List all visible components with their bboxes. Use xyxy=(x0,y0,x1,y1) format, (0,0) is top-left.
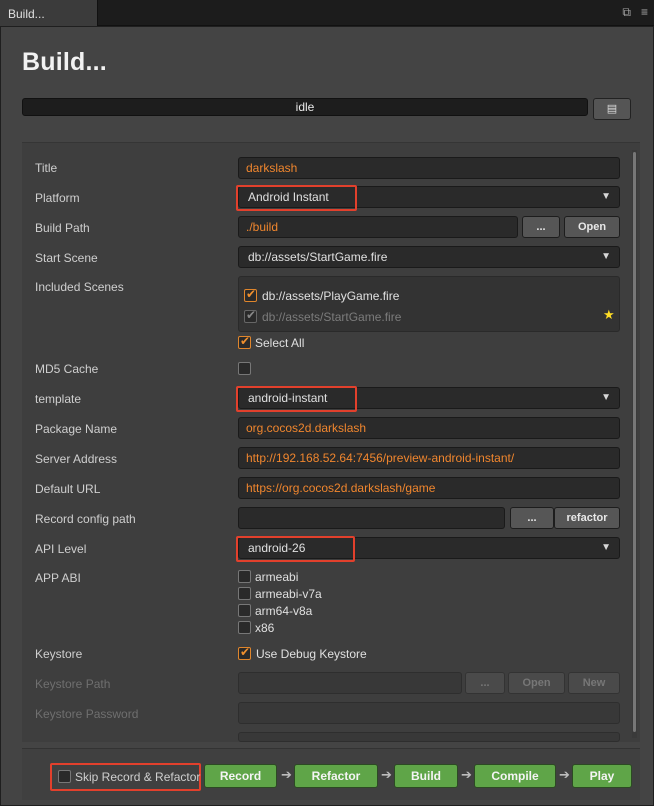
record-config-input[interactable] xyxy=(238,507,505,529)
keystore-label: Keystore xyxy=(35,647,83,661)
highlight-box xyxy=(236,536,355,562)
build-path-input[interactable]: ./build xyxy=(238,216,518,238)
keystore-browse-button[interactable]: ... xyxy=(465,672,505,694)
chevron-down-icon: ▼ xyxy=(601,542,611,553)
tab-bar xyxy=(0,0,654,26)
arrow-right-icon: ➔ xyxy=(381,767,392,782)
keystore-open-button[interactable]: Open xyxy=(508,672,565,694)
open-log-button[interactable]: ▤ xyxy=(593,98,631,120)
chevron-down-icon: ▼ xyxy=(601,251,611,262)
keystore-path-label: Keystore Path xyxy=(35,677,111,691)
select-all-checkbox[interactable] xyxy=(238,334,251,349)
file-icon: ▤ xyxy=(606,103,618,115)
chevron-down-icon: ▼ xyxy=(601,191,611,202)
use-debug-keystore-checkbox[interactable] xyxy=(238,645,251,660)
template-label: template xyxy=(35,392,82,406)
refactor-button[interactable]: Refactor xyxy=(294,764,378,788)
scene-item: db://assets/PlayGame.fire xyxy=(262,289,400,303)
tab-build[interactable]: Build... xyxy=(0,0,98,26)
star-icon: ★ xyxy=(603,307,615,322)
md5-label: MD5 Cache xyxy=(35,362,99,376)
scrollbar-thumb[interactable] xyxy=(633,152,636,732)
package-name-label: Package Name xyxy=(35,422,118,436)
skip-record-checkbox[interactable] xyxy=(58,770,71,783)
record-config-label: Record config path xyxy=(35,512,136,526)
chevron-down-icon: ▼ xyxy=(601,392,611,403)
arrow-right-icon: ➔ xyxy=(559,767,570,782)
keystore-password-label: Keystore Password xyxy=(35,707,139,721)
title-input[interactable]: darkslash xyxy=(238,157,620,179)
default-url-label: Default URL xyxy=(35,482,101,496)
tab-title: Build... xyxy=(8,7,45,21)
abi-checkbox-armeabi[interactable] xyxy=(238,570,251,583)
menu-icon[interactable]: ≡ xyxy=(641,5,648,20)
package-name-input[interactable]: org.cocos2d.darkslash xyxy=(238,417,620,439)
arrow-right-icon: ➔ xyxy=(461,767,472,782)
abi-option: x86 xyxy=(255,621,275,635)
api-level-label: API Level xyxy=(35,542,87,556)
keystore-new-button[interactable]: New xyxy=(568,672,620,694)
record-config-browse-button[interactable]: ... xyxy=(510,507,554,529)
keystore-path-input[interactable] xyxy=(238,672,462,694)
start-scene-select[interactable]: db://assets/StartGame.fire ▼ xyxy=(238,246,620,268)
scene-item: db://assets/StartGame.fire xyxy=(262,310,402,324)
build-path-browse-button[interactable]: ... xyxy=(522,216,560,238)
scene-checkbox[interactable] xyxy=(244,308,257,323)
compile-button[interactable]: Compile xyxy=(474,764,556,788)
default-url-input[interactable]: https://org.cocos2d.darkslash/game xyxy=(238,477,620,499)
skip-record-label: Skip Record & Refactor xyxy=(75,770,201,784)
use-debug-keystore-label: Use Debug Keystore xyxy=(256,647,367,661)
title-label: Title xyxy=(35,161,58,175)
included-scenes-label: Included Scenes xyxy=(35,280,124,294)
md5-checkbox[interactable] xyxy=(238,362,251,375)
abi-checkbox-x86[interactable] xyxy=(238,621,251,634)
start-scene-value: db://assets/StartGame.fire xyxy=(248,250,388,264)
abi-checkbox-armeabi-v7a[interactable] xyxy=(238,587,251,600)
select-all-label: Select All xyxy=(255,336,305,350)
play-button[interactable]: Play xyxy=(572,764,632,788)
restore-icon[interactable]: ⧉ xyxy=(622,5,631,20)
keystore-password-input[interactable] xyxy=(238,702,620,724)
scene-checkbox[interactable] xyxy=(244,287,257,302)
build-button[interactable]: Build xyxy=(394,764,458,788)
build-path-open-button[interactable]: Open xyxy=(564,216,620,238)
abi-option: arm64-v8a xyxy=(255,604,313,618)
abi-option: armeabi-v7a xyxy=(255,587,322,601)
refactor-config-button[interactable]: refactor xyxy=(554,507,620,529)
abi-checkbox-arm64-v8a[interactable] xyxy=(238,604,251,617)
highlight-box xyxy=(236,185,357,211)
start-scene-label: Start Scene xyxy=(35,251,98,265)
platform-label: Platform xyxy=(35,191,80,205)
progress-bar: idle xyxy=(22,98,588,116)
progress-status: idle xyxy=(295,100,315,114)
page-title: Build... xyxy=(22,48,107,76)
server-address-label: Server Address xyxy=(35,452,118,466)
tab-controls: ⧉ ≡ xyxy=(622,5,648,20)
app-abi-label: APP ABI xyxy=(35,571,81,585)
build-path-label: Build Path xyxy=(35,221,90,235)
record-button[interactable]: Record xyxy=(204,764,277,788)
highlight-box xyxy=(236,386,357,412)
server-address-input[interactable]: http://192.168.52.64:7456/preview-androi… xyxy=(238,447,620,469)
arrow-right-icon: ➔ xyxy=(281,767,292,782)
abi-option: armeabi xyxy=(255,570,299,584)
next-field-input[interactable] xyxy=(238,732,620,742)
